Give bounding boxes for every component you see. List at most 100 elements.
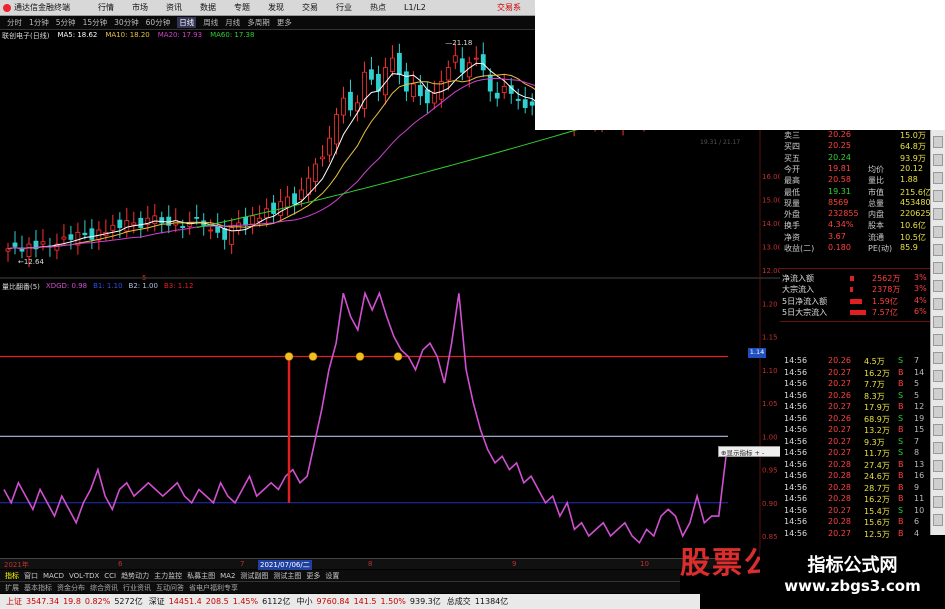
indicator-tab[interactable]: 更多 bbox=[306, 571, 320, 581]
indicator-tab[interactable]: 趋势动力 bbox=[121, 571, 149, 581]
scroll-button[interactable] bbox=[933, 406, 943, 418]
period-daily[interactable]: 日线 bbox=[177, 17, 197, 28]
flow-label: 5日大宗流入 bbox=[782, 307, 828, 317]
scroll-button[interactable] bbox=[933, 478, 943, 490]
candle-body bbox=[264, 208, 270, 219]
menu-item-hot[interactable]: 热点 bbox=[370, 2, 386, 13]
menu-item-industry[interactable]: 行业 bbox=[336, 2, 352, 13]
candle-body bbox=[138, 217, 144, 229]
scroll-button[interactable] bbox=[933, 496, 943, 508]
quote-row: 现量 8569 总量 453480 bbox=[780, 198, 931, 209]
sz-label[interactable]: 深证 bbox=[149, 596, 165, 607]
tick-direction: S bbox=[898, 390, 904, 400]
period-more[interactable]: 更多 bbox=[277, 17, 292, 28]
scroll-button[interactable] bbox=[933, 460, 943, 472]
candle-body bbox=[390, 57, 395, 72]
zx-label[interactable]: 中小 bbox=[296, 596, 312, 607]
extension-tab[interactable]: 行业资讯 bbox=[123, 583, 151, 593]
indicator-tab[interactable]: 指标 bbox=[5, 571, 19, 581]
indicator-tab[interactable]: 主力监控 bbox=[154, 571, 182, 581]
indicator-tab[interactable]: 私募主图 bbox=[187, 571, 215, 581]
tick-direction: B bbox=[898, 517, 904, 526]
extension-tab[interactable]: 资金分布 bbox=[57, 583, 85, 593]
scroll-button[interactable] bbox=[933, 244, 943, 256]
quote-label: 净资 bbox=[784, 232, 800, 242]
right-scrollbar[interactable] bbox=[930, 130, 945, 535]
quote-row: 最高 20.58 量比 1.88 bbox=[780, 175, 930, 186]
period-multi[interactable]: 多周期 bbox=[247, 17, 270, 28]
period-15min[interactable]: 15分钟 bbox=[83, 17, 108, 28]
tick-volume: 13.2万 bbox=[864, 426, 890, 435]
period-monthly[interactable]: 月线 bbox=[225, 17, 240, 28]
period-5min[interactable]: 5分钟 bbox=[56, 17, 76, 28]
extension-tab[interactable]: 综合资讯 bbox=[90, 583, 118, 593]
indicator-axis-label: 1.15 bbox=[762, 334, 778, 342]
tick-count: 5 bbox=[914, 379, 920, 388]
scroll-button[interactable] bbox=[933, 514, 943, 526]
extension-tab[interactable]: 互动问答 bbox=[156, 583, 184, 593]
scroll-button[interactable] bbox=[933, 424, 943, 436]
menu-item-quotes[interactable]: 行情 bbox=[98, 2, 114, 13]
indicator-tab[interactable]: VOL-TDX bbox=[69, 572, 99, 580]
quote-row: 最低 19.31 市值 215.6亿 bbox=[780, 187, 931, 198]
flow-row: 5日净流入额 1.59亿 4% bbox=[780, 296, 930, 307]
menu-item-market[interactable]: 市场 bbox=[132, 2, 148, 13]
extension-tab[interactable]: 扩展 bbox=[5, 583, 19, 593]
indicator-tab[interactable]: MACD bbox=[43, 572, 64, 580]
indicator-popup[interactable]: ⊕显示指标 + - bbox=[718, 446, 782, 457]
scroll-button[interactable] bbox=[933, 154, 943, 166]
period-60min[interactable]: 60分钟 bbox=[146, 17, 171, 28]
indicator-tab[interactable]: CCI bbox=[104, 572, 116, 580]
extension-tab-bar: 扩展 基本指标 资金分布 综合资讯 行业资讯 互动问答 省电户福利专享 bbox=[0, 582, 680, 593]
period-timeshare[interactable]: 分时 bbox=[7, 17, 22, 28]
candle-body bbox=[376, 73, 381, 92]
scroll-button[interactable] bbox=[933, 442, 943, 454]
scroll-button[interactable] bbox=[933, 280, 943, 292]
quote-value: 20.58 bbox=[828, 175, 851, 185]
scroll-button[interactable] bbox=[933, 262, 943, 274]
tick-count: 8 bbox=[914, 448, 920, 457]
tick-direction: S bbox=[898, 448, 904, 457]
candle-body bbox=[459, 58, 465, 73]
scroll-button[interactable] bbox=[933, 352, 943, 364]
indicator-tab[interactable]: 测试副图 bbox=[240, 571, 268, 581]
indicator-tab[interactable]: 测试主图 bbox=[273, 571, 301, 581]
tick-price: 20.27 bbox=[828, 367, 851, 377]
period-30min[interactable]: 30分钟 bbox=[114, 17, 139, 28]
sh-change: 19.8 bbox=[63, 597, 81, 606]
period-weekly[interactable]: 周线 bbox=[203, 17, 218, 28]
scroll-button[interactable] bbox=[933, 316, 943, 328]
scroll-button[interactable] bbox=[933, 370, 943, 382]
xdgd-indicator-line bbox=[3, 290, 727, 544]
tick-count: 15 bbox=[914, 425, 925, 434]
menu-item-l1l2[interactable]: L1/L2 bbox=[404, 3, 426, 12]
extension-tab[interactable]: 基本指标 bbox=[24, 583, 52, 593]
scroll-button[interactable] bbox=[933, 208, 943, 220]
period-1min[interactable]: 1分钟 bbox=[29, 17, 49, 28]
tick-time: 14:56 bbox=[784, 356, 808, 365]
trade-system-link[interactable]: 交易系 bbox=[497, 2, 521, 13]
menu-item-trade[interactable]: 交易 bbox=[302, 2, 318, 13]
candle-body bbox=[522, 99, 528, 108]
tick-row: 14:56 20.28 16.2万 B 11 bbox=[780, 494, 930, 505]
tick-volume: 17.9万 bbox=[864, 403, 890, 412]
scroll-button[interactable] bbox=[933, 334, 943, 346]
scroll-button[interactable] bbox=[933, 298, 943, 310]
indicator-tab[interactable]: 设置 bbox=[325, 571, 339, 581]
scroll-button[interactable] bbox=[933, 172, 943, 184]
sh-pct: 0.82% bbox=[84, 597, 111, 606]
scroll-button[interactable] bbox=[933, 388, 943, 400]
scroll-button[interactable] bbox=[933, 190, 943, 202]
quote-label: 换手 bbox=[784, 221, 800, 231]
scroll-button[interactable] bbox=[933, 136, 943, 148]
menu-item-topics[interactable]: 专题 bbox=[234, 2, 250, 13]
scroll-button[interactable] bbox=[933, 226, 943, 238]
menu-item-data[interactable]: 数据 bbox=[200, 2, 216, 13]
flow-bar bbox=[850, 309, 866, 315]
menu-item-discover[interactable]: 发现 bbox=[268, 2, 284, 13]
menu-item-news[interactable]: 资讯 bbox=[166, 2, 182, 13]
extension-tab[interactable]: 省电户福利专享 bbox=[189, 583, 238, 593]
indicator-tab[interactable]: 窗口 bbox=[24, 571, 38, 581]
sh-label[interactable]: 上证 bbox=[6, 596, 22, 607]
indicator-tab[interactable]: MA2 bbox=[220, 572, 235, 580]
